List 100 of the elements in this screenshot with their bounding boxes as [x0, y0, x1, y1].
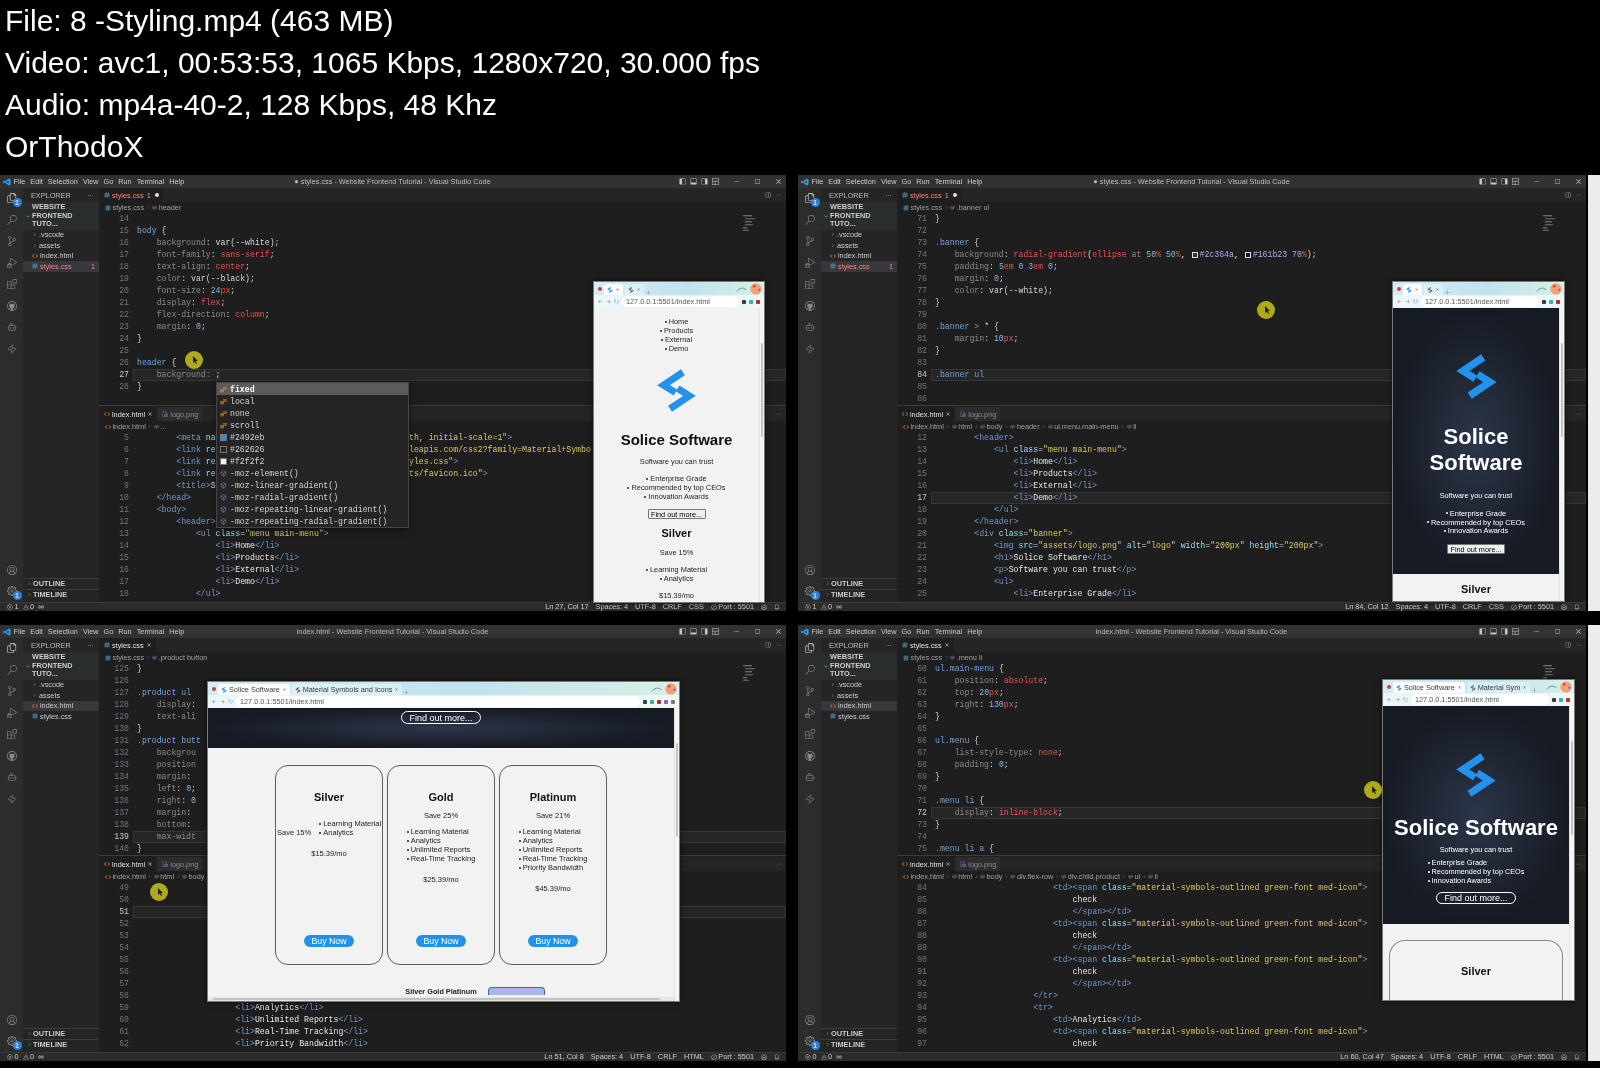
toggle-right-sidebar-icon[interactable] [701, 178, 708, 185]
account-icon[interactable] [761, 604, 767, 610]
forward-icon[interactable] [1395, 697, 1400, 702]
browser-menu-icon[interactable] [212, 686, 216, 691]
account-icon[interactable] [1561, 1054, 1567, 1060]
reload-icon[interactable] [228, 699, 233, 704]
files-icon[interactable] [804, 193, 815, 203]
robot-icon[interactable] [6, 322, 17, 332]
close-icon[interactable] [943, 642, 950, 648]
suggestion-item[interactable]: -moz-repeating-radial-gradient() [217, 515, 408, 527]
extensions-icon[interactable] [804, 729, 815, 739]
toggle-panel-icon[interactable] [690, 178, 697, 185]
run-debug-icon[interactable] [6, 707, 17, 718]
browser-menu-icon[interactable] [1387, 684, 1391, 689]
notifications-icon[interactable] [774, 1054, 780, 1060]
search-icon[interactable] [804, 664, 815, 675]
toggle-sidebar-icon[interactable] [679, 178, 686, 185]
robot-icon[interactable] [6, 772, 17, 782]
toggle-panel-icon[interactable] [690, 628, 697, 635]
account-icon[interactable] [804, 1014, 815, 1025]
close-icon[interactable] [636, 287, 641, 292]
new-tab-icon[interactable] [404, 690, 410, 695]
browser-menu-icon[interactable] [598, 286, 602, 291]
suggestion-item[interactable]: -moz-repeating-linear-gradient() [217, 503, 408, 515]
suggestion-item[interactable]: -moz-linear-gradient() [217, 479, 408, 491]
close-icon[interactable] [1414, 287, 1419, 292]
toggle-sidebar-icon[interactable] [1479, 628, 1486, 635]
maximize-icon[interactable] [754, 178, 761, 185]
split-editor-icon[interactable] [765, 192, 771, 198]
forward-icon[interactable] [606, 299, 611, 304]
files-icon[interactable] [804, 643, 815, 653]
customize-layout-icon[interactable] [1512, 178, 1519, 185]
maximize-icon[interactable] [1554, 178, 1561, 185]
account-icon[interactable] [6, 564, 17, 575]
files-icon[interactable] [6, 193, 17, 203]
split-editor-icon[interactable] [1565, 642, 1571, 648]
close-icon[interactable] [1456, 685, 1462, 690]
account-icon[interactable] [804, 564, 815, 575]
suggestion-item[interactable]: scroll [217, 419, 408, 431]
broadcast-icon[interactable] [836, 604, 843, 610]
maximize-icon[interactable] [1554, 628, 1561, 635]
customize-layout-icon[interactable] [712, 178, 719, 185]
new-tab-icon[interactable] [1532, 688, 1538, 693]
search-icon[interactable] [6, 664, 17, 675]
browser-tab[interactable] [604, 284, 623, 295]
suggestion-item[interactable]: #262626 [217, 443, 408, 455]
close-icon[interactable] [615, 287, 620, 292]
reload-icon[interactable] [1403, 697, 1408, 702]
account-icon[interactable] [6, 1014, 17, 1025]
notifications-icon[interactable] [1574, 1054, 1580, 1060]
lightning-icon[interactable] [6, 343, 17, 354]
lightning-icon[interactable] [804, 343, 815, 354]
close-icon[interactable] [394, 687, 400, 692]
run-debug-icon[interactable] [804, 257, 815, 268]
broadcast-icon[interactable] [38, 1054, 45, 1060]
back-icon[interactable] [212, 699, 217, 704]
forward-icon[interactable] [1405, 299, 1410, 304]
close-icon[interactable] [945, 411, 952, 417]
split-editor-icon[interactable] [1565, 192, 1571, 198]
close-icon[interactable] [1575, 628, 1582, 635]
browser-tab[interactable] [1403, 284, 1422, 295]
broadcast-icon[interactable] [38, 604, 45, 610]
split-editor-icon[interactable] [765, 642, 771, 648]
toggle-right-sidebar-icon[interactable] [1501, 628, 1508, 635]
run-debug-icon[interactable] [6, 257, 17, 268]
customize-layout-icon[interactable] [712, 628, 719, 635]
toggle-panel-icon[interactable] [1490, 628, 1497, 635]
source-control-icon[interactable] [6, 236, 17, 246]
robot-icon[interactable] [804, 772, 815, 782]
new-tab-icon[interactable] [1445, 290, 1450, 295]
suggestion-item[interactable]: none [217, 407, 408, 419]
suggestion-item[interactable]: -moz-element() [217, 467, 408, 479]
close-icon[interactable] [281, 687, 287, 692]
broadcast-icon[interactable] [836, 1054, 843, 1060]
close-icon[interactable] [1522, 685, 1528, 690]
maximize-icon[interactable] [754, 628, 761, 635]
suggestion-item[interactable]: fixed [217, 383, 408, 395]
source-control-icon[interactable] [6, 686, 17, 696]
files-icon[interactable] [6, 643, 17, 653]
toggle-sidebar-icon[interactable] [1479, 178, 1486, 185]
notifications-icon[interactable] [1574, 604, 1580, 610]
extensions-icon[interactable] [6, 279, 17, 289]
close-icon[interactable] [147, 861, 154, 867]
source-control-icon[interactable] [804, 236, 815, 246]
cat-logo-icon[interactable] [6, 750, 17, 761]
toggle-panel-icon[interactable] [1490, 178, 1497, 185]
run-debug-icon[interactable] [804, 707, 815, 718]
customize-layout-icon[interactable] [1512, 628, 1519, 635]
toggle-right-sidebar-icon[interactable] [1501, 178, 1508, 185]
robot-icon[interactable] [804, 322, 815, 332]
suggestion-item[interactable]: #2492eb [217, 431, 408, 443]
search-icon[interactable] [6, 214, 17, 225]
search-icon[interactable] [804, 214, 815, 225]
close-icon[interactable] [775, 628, 782, 635]
extensions-icon[interactable] [6, 729, 17, 739]
lightning-icon[interactable] [804, 793, 815, 804]
back-icon[interactable] [1387, 697, 1392, 702]
cat-logo-icon[interactable] [6, 300, 17, 311]
browser-tab[interactable] [1424, 284, 1443, 295]
toggle-sidebar-icon[interactable] [679, 628, 686, 635]
